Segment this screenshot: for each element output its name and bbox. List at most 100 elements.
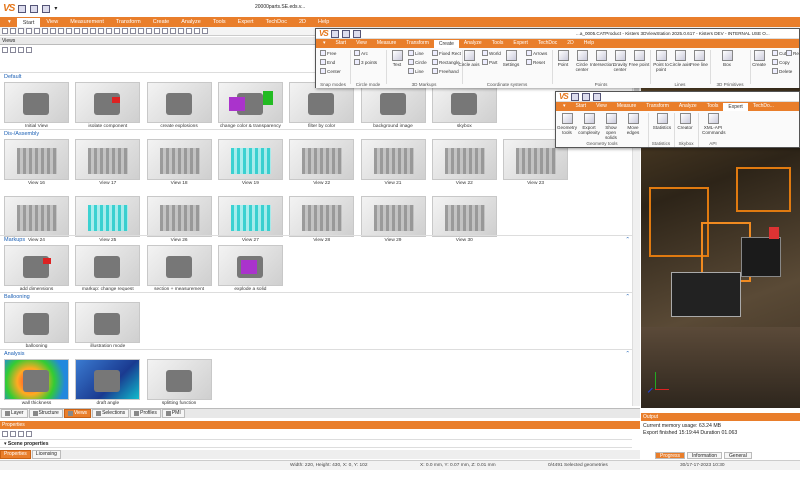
menu-dropdown[interactable]: ▾ [318, 39, 331, 48]
toolbar-icon[interactable] [82, 28, 88, 34]
view-preview-image[interactable] [4, 196, 69, 237]
tab-pmi[interactable]: PMI [161, 409, 185, 418]
menu-start[interactable]: Start [571, 102, 592, 111]
toolbar-icon[interactable] [26, 28, 32, 34]
toolbar-icon[interactable] [146, 28, 152, 34]
toolbar-icon[interactable] [194, 28, 200, 34]
view-preview-image[interactable] [217, 196, 283, 237]
geo-move-edges[interactable]: Move edges [622, 113, 644, 135]
menu-view[interactable]: View [591, 102, 612, 111]
menu-techdo[interactable]: TechDo... [748, 102, 779, 111]
view-thumbnail[interactable]: View 22 [431, 139, 497, 189]
toolbar-icon[interactable] [114, 28, 120, 34]
view-thumbnail[interactable]: create explosions [146, 82, 212, 132]
toolbar-icon[interactable] [42, 28, 48, 34]
toolbar-icon[interactable] [90, 28, 96, 34]
menu-2d[interactable]: 2D [562, 39, 578, 48]
view-thumbnail[interactable]: illustration mode [75, 302, 141, 352]
view-preview-image[interactable] [75, 245, 141, 286]
open-icon[interactable] [341, 29, 350, 38]
menu-help[interactable]: Help [312, 17, 335, 27]
view-preview-image[interactable] [431, 139, 497, 180]
view-thumbnail[interactable]: View 22 [289, 139, 355, 189]
toolbar-icon[interactable] [74, 28, 80, 34]
markup-line[interactable]: Line [408, 68, 424, 74]
edit-cut[interactable]: Cut [772, 50, 786, 56]
tab-general[interactable]: General [724, 452, 752, 459]
menu-expert[interactable]: Expert [508, 39, 532, 48]
view-thumbnail[interactable]: add dimensions [4, 245, 69, 295]
cs-world[interactable]: World [482, 50, 501, 56]
view-preview-image[interactable] [75, 82, 141, 123]
view-thumbnail[interactable]: section + measurement [146, 245, 212, 295]
view-preview-image[interactable] [146, 82, 212, 123]
toolbar-icon[interactable] [2, 28, 8, 34]
view-thumbnail[interactable]: draft angle [75, 359, 141, 409]
menu-create[interactable]: Create [147, 17, 176, 27]
toolbar-icon[interactable] [106, 28, 112, 34]
markup-freehand[interactable]: Freehand [432, 68, 459, 74]
save-icon[interactable] [570, 92, 579, 101]
toolbar-icon[interactable] [18, 28, 24, 34]
save-icon[interactable] [18, 4, 27, 13]
menu-2d[interactable]: 2D [293, 17, 312, 27]
tab-selections[interactable]: Selections [92, 409, 130, 418]
view-preview-image[interactable] [360, 139, 426, 180]
menu-view[interactable]: View [40, 17, 64, 27]
view-thumbnail[interactable]: splitting function [146, 359, 212, 409]
circle-mode-3-points[interactable]: 3 points [354, 59, 377, 65]
snap-center[interactable]: Center [320, 68, 341, 74]
view-thumbnail[interactable]: isolate component [75, 82, 141, 132]
edit-delete[interactable]: Delete [772, 68, 792, 74]
scene-properties-row[interactable]: ▾ Scene properties [0, 439, 632, 448]
toolbar-icon[interactable] [162, 28, 168, 34]
view-preview-image[interactable] [146, 245, 212, 286]
view-preview-image[interactable] [4, 302, 69, 343]
view-preview-image[interactable] [75, 196, 141, 237]
view-thumbnail[interactable]: View 16 [4, 139, 69, 189]
toolbar-icon[interactable] [178, 28, 184, 34]
view-thumbnail[interactable]: background image [360, 82, 426, 132]
tab-structure[interactable]: Structure [28, 409, 63, 418]
view-preview-image[interactable] [4, 359, 69, 400]
menu-dropdown[interactable]: ▾ [558, 102, 571, 111]
menu-expert[interactable]: Expert [232, 17, 260, 27]
view-thumbnail[interactable]: markup: change request [75, 245, 141, 295]
menu-dropdown[interactable]: ▾ [2, 17, 17, 27]
edit-re[interactable]: Re... [786, 50, 800, 56]
toolbar-icon[interactable] [186, 28, 192, 34]
view-preview-image[interactable] [217, 82, 283, 123]
menu-help[interactable]: Help [579, 39, 599, 48]
cs-arrows[interactable]: Arrows [526, 50, 547, 56]
view-thumbnail[interactable]: explode a solid [217, 245, 283, 295]
markup-fixed-rect[interactable]: Fixed Rect [432, 50, 461, 56]
tab-information[interactable]: Information [687, 452, 723, 459]
markup-text[interactable]: Text [386, 50, 408, 67]
collapse-icon[interactable] [10, 430, 16, 437]
menu-tools[interactable]: Tools [702, 102, 724, 111]
print-icon[interactable] [592, 92, 601, 101]
view-preview-image[interactable] [146, 359, 212, 400]
section-header-markups[interactable]: Markups ⌃ [0, 235, 632, 243]
save-icon[interactable] [330, 29, 339, 38]
menu-transform[interactable]: Transform [401, 39, 434, 48]
menu-analyze[interactable]: Analyze [175, 17, 207, 27]
view-preview-image[interactable] [75, 139, 141, 180]
view-preview-image[interactable] [75, 359, 141, 400]
view-preview-image[interactable] [289, 82, 355, 123]
menu-techdoc[interactable]: TechDoc [533, 39, 562, 48]
open-icon[interactable] [30, 4, 39, 13]
view-thumbnail[interactable]: View 19 [217, 139, 283, 189]
menu-create[interactable]: Create [433, 39, 459, 48]
menu-measurement[interactable]: Measurement [64, 17, 110, 27]
print-icon[interactable] [352, 29, 361, 38]
view-preview-image[interactable] [4, 82, 69, 123]
view-thumbnail[interactable]: View 18 [146, 139, 212, 189]
view-thumbnail[interactable]: change color & transparency [217, 82, 283, 132]
markup-line[interactable]: Line [408, 50, 424, 56]
views-tool-icon[interactable] [2, 46, 8, 53]
point-free-point[interactable]: Free point [628, 50, 650, 67]
view-preview-image[interactable] [431, 196, 497, 237]
toolbar-icon[interactable] [130, 28, 136, 34]
view-thumbnail[interactable]: View 21 [360, 139, 426, 189]
